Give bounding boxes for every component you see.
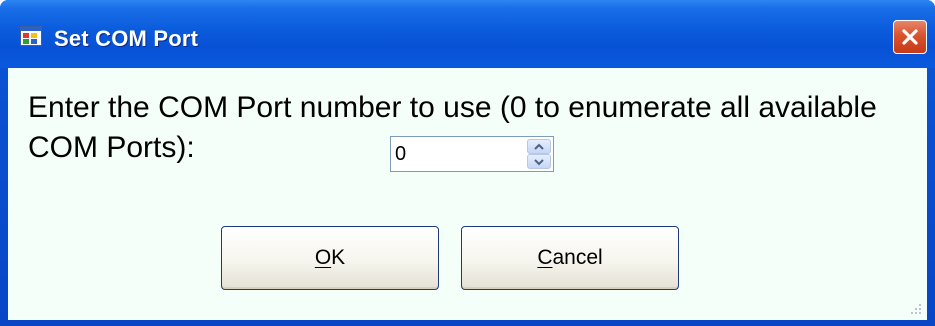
title-bar[interactable]: Set COM Port [0,0,935,68]
window-title: Set COM Port [54,26,199,51]
window-app-icon[interactable] [20,26,42,46]
ok-button-access-key: O [314,246,332,269]
dialog-body: Enter the COM Port number to use (0 to e… [8,68,927,320]
chevron-down-icon [534,158,544,165]
cancel-button-access-key: C [537,246,553,269]
port-number-stepper[interactable]: 0 [390,136,554,172]
stepper-up-button[interactable] [527,139,551,154]
port-number-input[interactable]: 0 [395,143,406,166]
close-button[interactable] [893,20,927,54]
stepper-down-button[interactable] [527,154,551,169]
close-icon [902,29,918,45]
ok-button-label: K [331,246,346,269]
resize-grip-icon[interactable] [907,300,923,316]
cancel-button-label: ancel [552,246,603,269]
stepper-buttons [527,139,551,169]
cancel-button[interactable]: Cancel [461,226,679,290]
ok-button[interactable]: OK [221,226,439,290]
chevron-up-icon [534,143,544,150]
dialog-window: Set COM Port Enter the COM Port number t… [0,0,935,326]
